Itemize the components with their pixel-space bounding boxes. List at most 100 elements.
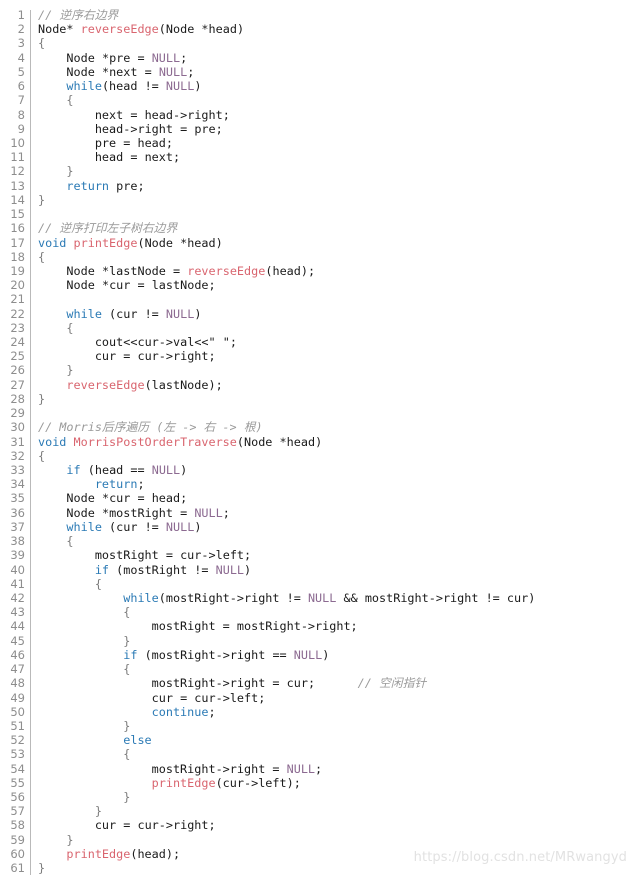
line-number: 20	[10, 278, 25, 293]
code-line: cur = cur->left;	[151, 690, 266, 705]
line-number: 9	[17, 121, 25, 136]
line-number: 3	[17, 36, 25, 51]
line-number: 35	[10, 491, 25, 506]
line-number: 4	[17, 50, 25, 65]
code-line: cur = cur->right;	[94, 349, 216, 364]
line-number: 39	[10, 548, 25, 563]
code-line: // 逆序打印左子树右边界	[38, 221, 178, 236]
line-number: 55	[10, 775, 25, 790]
code-content[interactable]: // 逆序右边界 Node* reverseEdge(Node *head){ N…	[31, 8, 635, 875]
code-line: Node *cur = head;	[66, 491, 188, 506]
line-number: 50	[10, 704, 25, 719]
code-line: reverseEdge(lastNode);	[66, 377, 223, 392]
line-number: 46	[10, 647, 25, 662]
code-line: }	[38, 192, 46, 207]
line-number: 11	[10, 150, 25, 165]
line-number: 28	[10, 391, 25, 406]
line-number: 37	[10, 519, 25, 534]
code-line: {	[123, 662, 131, 677]
code-line: printEdge(head);	[66, 846, 181, 861]
code-line: {	[66, 93, 74, 108]
line-number: 33	[10, 463, 25, 477]
code-line: {	[123, 605, 131, 620]
code-line: }	[38, 861, 46, 876]
code-line: Node *lastNode = reverseEdge(head);	[66, 263, 316, 278]
code-line: // Morris后序遍历 (左 -> 右 -> 根)	[38, 420, 263, 435]
line-number: 59	[10, 832, 25, 847]
code-line: printEdge(cur->left);	[151, 775, 301, 790]
line-number: 56	[10, 790, 25, 805]
line-number: 16	[10, 221, 25, 236]
line-number: 17	[10, 235, 25, 250]
code-line: while (cur != NULL)	[66, 306, 202, 321]
code-line: mostRight = cur->left;	[94, 548, 252, 563]
code-line: {	[66, 534, 74, 549]
code-line: else	[123, 733, 152, 748]
line-number: 2	[17, 22, 25, 37]
code-line: Node *cur = lastNode;	[66, 278, 216, 293]
code-line: {	[123, 747, 131, 762]
code-line: Node* reverseEdge(Node *head)	[38, 22, 245, 37]
code-line: continue;	[151, 704, 216, 719]
code-line: }	[66, 164, 74, 179]
code-line: {	[94, 576, 102, 591]
code-line: while(head != NULL)	[66, 79, 202, 94]
line-number-gutter: 1 2 3 4 5 6 7 8 9 10 11 12 13 14 15 16 17 18 19 20 21 22 23 24 2…	[0, 8, 30, 875]
code-line: while (cur != NULL)	[66, 519, 202, 534]
line-number: 7	[17, 93, 25, 108]
code-line: mostRight = mostRight->right;	[151, 619, 358, 634]
line-number: 26	[10, 363, 25, 378]
code-line: next = head->right;	[94, 107, 230, 122]
code-line: {	[38, 36, 46, 51]
code-line: void MorrisPostOrderTraverse(Node *head)	[38, 434, 323, 449]
code-line: if (mostRight->right == NULL)	[123, 647, 330, 662]
line-number: 5	[17, 64, 25, 79]
code-line: head->right = pre;	[94, 121, 223, 136]
code-line: pre = head;	[94, 135, 173, 150]
code-line: Node *pre = NULL;	[66, 50, 188, 65]
line-number: 53	[10, 747, 25, 762]
code-line: void printEdge(Node *head)	[38, 235, 223, 250]
code-line: }	[123, 633, 131, 648]
line-number: 12	[10, 164, 25, 179]
line-number: 40	[10, 562, 25, 577]
line-number: 27	[10, 377, 25, 392]
line-number: 54	[10, 761, 25, 776]
code-block: 1 2 3 4 5 6 7 8 9 10 11 12 13 14 15 16 17 18 19 20 21 22 23 24 2…	[0, 0, 635, 881]
line-number: 49	[10, 690, 25, 705]
line-number: 31	[10, 434, 25, 449]
code-line: }	[94, 804, 102, 819]
line-number: 58	[10, 818, 25, 833]
code-line: mostRight->right = cur; // 空闲指针	[151, 676, 427, 691]
line-number: 48	[10, 676, 25, 691]
line-number: 41	[10, 576, 25, 591]
code-line: head = next;	[94, 150, 181, 165]
code-line: }	[123, 790, 131, 805]
code-line: while(mostRight->right != NULL && mostRi…	[123, 590, 536, 605]
line-number: 42	[10, 590, 25, 605]
code-line: Node *mostRight = NULL;	[66, 505, 230, 520]
line-number: 6	[17, 79, 25, 94]
line-number: 57	[10, 804, 25, 819]
line-number: 51	[10, 718, 25, 733]
line-number: 15	[10, 207, 25, 222]
line-number: 25	[10, 349, 25, 364]
line-number: 34	[10, 477, 25, 492]
code-line: {	[38, 249, 46, 264]
code-line: }	[66, 832, 74, 847]
line-number: 22	[10, 306, 25, 321]
line-number: 32	[10, 448, 25, 463]
code-line: {	[66, 320, 74, 335]
code-line: mostRight->right = NULL;	[151, 761, 323, 776]
line-number: 21	[10, 292, 25, 307]
code-line: if (head == NULL)	[66, 463, 188, 477]
line-number: 29	[10, 406, 25, 421]
line-number: 43	[10, 605, 25, 620]
line-number: 18	[10, 249, 25, 264]
code-line: cout<<cur->val<<" ";	[94, 335, 237, 350]
code-line: cur = cur->right;	[94, 818, 216, 833]
code-line: if (mostRight != NULL)	[94, 562, 252, 577]
line-number: 14	[10, 192, 25, 207]
